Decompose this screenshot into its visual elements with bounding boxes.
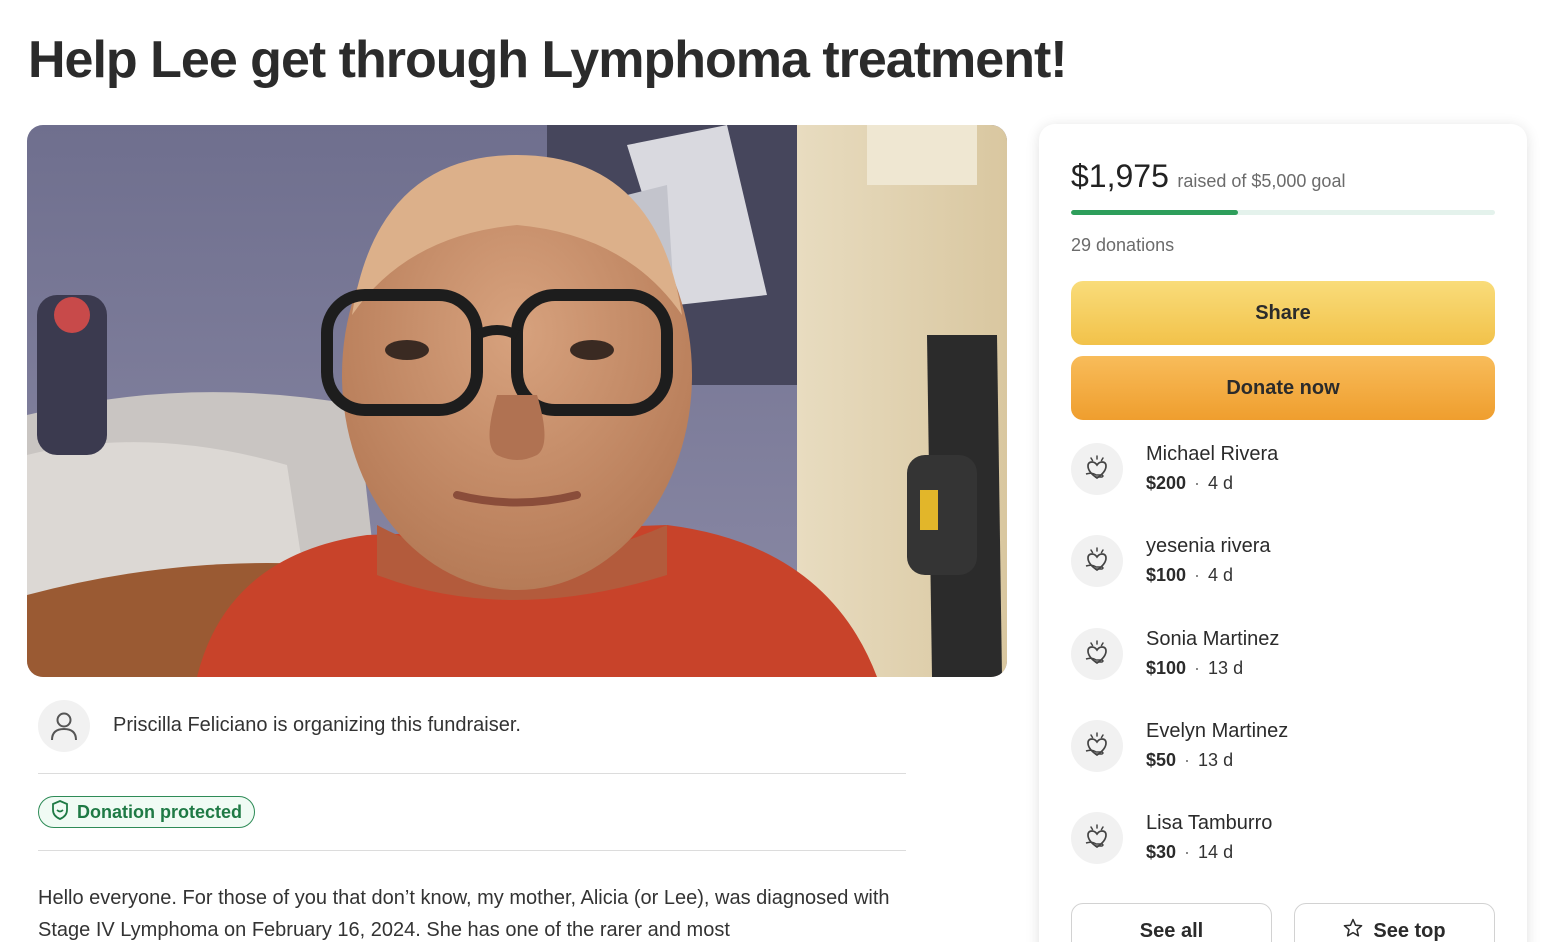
raised-amount: $1,975	[1071, 158, 1169, 194]
donor-row: Michael Rivera $200 · 4 d	[1071, 443, 1495, 503]
progress-fill	[1071, 210, 1239, 215]
badge-label: Donation protected	[77, 801, 242, 822]
donor-meta: $200 · 4 d	[1146, 473, 1233, 494]
donor-name: Michael Rivera	[1146, 443, 1279, 465]
donor-name: Evelyn Martinez	[1146, 720, 1289, 742]
heart-hand-icon	[1071, 720, 1123, 772]
donor-meta: $30 · 14 d	[1146, 842, 1233, 863]
donor-time: 4 d	[1208, 473, 1234, 493]
raised-goal: raised of $5,000 goal	[1177, 171, 1346, 191]
raised-summary: $1,975 raised of $5,000 goal	[1071, 158, 1345, 195]
page-title: Help Lee get through Lymphoma treatment!	[28, 31, 1068, 89]
separator-dot: ·	[1184, 842, 1191, 862]
heart-hand-icon	[1071, 535, 1123, 587]
protection-row: Donation protected	[38, 775, 906, 851]
donor-row: Lisa Tamburro $30 · 14 d	[1071, 812, 1495, 872]
donate-button[interactable]: Donate now	[1071, 356, 1495, 420]
donor-row: Evelyn Martinez $50 · 13 d	[1071, 720, 1495, 780]
donor-name: yesenia rivera	[1146, 535, 1271, 557]
heart-hand-icon	[1071, 628, 1123, 680]
donor-amount: $100	[1146, 565, 1187, 585]
donor-name: Lisa Tamburro	[1146, 812, 1273, 834]
donor-meta: $100 · 4 d	[1146, 565, 1233, 586]
donor-amount: $30	[1146, 842, 1177, 862]
progress-bar	[1071, 210, 1495, 215]
story-text: Hello everyone. For those of you that do…	[38, 887, 890, 941]
see-all-button[interactable]: See all	[1071, 903, 1272, 942]
donation-protected-badge[interactable]: Donation protected	[38, 796, 255, 828]
donor-meta: $100 · 13 d	[1146, 658, 1243, 679]
separator-dot: ·	[1194, 473, 1201, 493]
person-icon	[38, 700, 90, 752]
donor-amount: $200	[1146, 473, 1187, 493]
campaign-photo-image	[27, 125, 1007, 677]
donor-time: 13 d	[1208, 658, 1244, 678]
donor-time: 13 d	[1198, 750, 1234, 770]
donor-name: Sonia Martinez	[1146, 628, 1280, 650]
donor-amount: $50	[1146, 750, 1177, 770]
donor-time: 14 d	[1198, 842, 1234, 862]
see-top-label: See top	[1373, 919, 1446, 942]
organizer-text: Priscilla Feliciano is organizing this f…	[113, 714, 521, 736]
share-button[interactable]: Share	[1071, 281, 1495, 345]
separator-dot: ·	[1184, 750, 1191, 770]
separator-dot: ·	[1194, 565, 1201, 585]
donor-row: Sonia Martinez $100 · 13 d	[1071, 628, 1495, 688]
donor-time: 4 d	[1208, 565, 1234, 585]
campaign-photo[interactable]	[27, 125, 1007, 677]
heart-hand-icon	[1071, 443, 1123, 495]
separator-dot: ·	[1194, 658, 1201, 678]
organizer-row: Priscilla Feliciano is organizing this f…	[38, 700, 906, 774]
donor-row: yesenia rivera $100 · 4 d	[1071, 535, 1495, 595]
star-icon	[1343, 918, 1363, 942]
donation-card: $1,975 raised of $5,000 goal 29 donation…	[1039, 124, 1527, 942]
donor-amount: $100	[1146, 658, 1187, 678]
shield-icon	[51, 799, 69, 825]
heart-hand-icon	[1071, 812, 1123, 864]
donor-meta: $50 · 13 d	[1146, 750, 1233, 771]
see-top-button[interactable]: See top	[1294, 903, 1495, 942]
donations-count: 29 donations	[1071, 235, 1175, 255]
see-all-label: See all	[1139, 919, 1204, 942]
